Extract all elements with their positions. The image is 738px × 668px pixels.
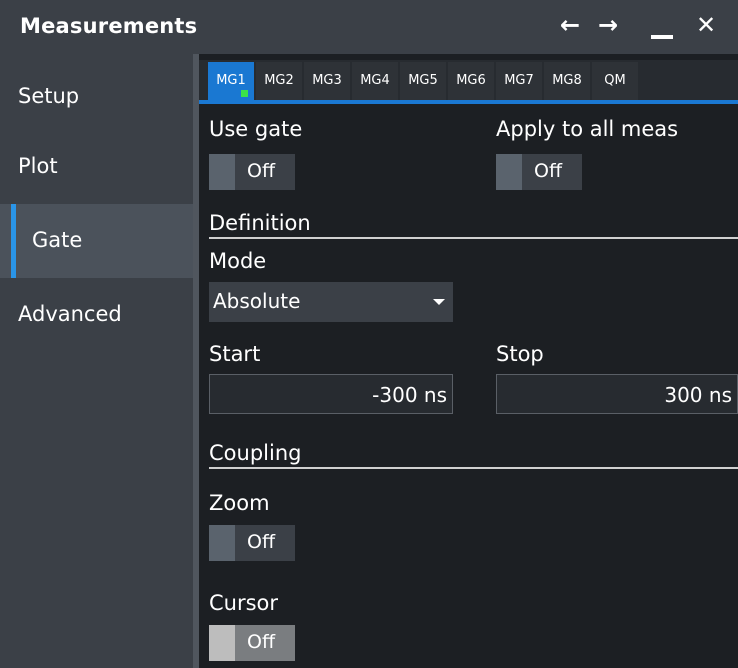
- tab-label: MG4: [360, 73, 390, 88]
- zoom-label: Zoom: [209, 491, 270, 515]
- start-value: -300 ns: [372, 383, 447, 407]
- toggle-state: Off: [247, 531, 276, 553]
- title-bar: Measurements ← → ✕: [0, 0, 738, 54]
- stop-value: 300 ns: [664, 383, 732, 407]
- window-title: Measurements: [20, 14, 198, 38]
- tab-mg4[interactable]: MG4: [352, 62, 398, 100]
- toggle-state: Off: [247, 631, 276, 653]
- stop-field[interactable]: 300 ns: [496, 374, 738, 414]
- chevron-down-icon: [433, 299, 445, 305]
- mode-label: Mode: [209, 249, 267, 273]
- active-dot-icon: [241, 90, 248, 97]
- use-gate-label: Use gate: [209, 117, 303, 141]
- sidebar-item-label: Gate: [32, 228, 83, 252]
- tab-label: MG6: [456, 73, 486, 88]
- minimize-icon[interactable]: [651, 35, 673, 39]
- sidebar-item-label: Setup: [18, 84, 80, 108]
- definition-heading: Definition: [209, 211, 311, 235]
- arrow-left-icon[interactable]: ←: [560, 10, 580, 40]
- tab-mg6[interactable]: MG6: [448, 62, 494, 100]
- sidebar: Setup Plot Gate Advanced: [0, 54, 193, 668]
- tab-label: MG5: [408, 73, 438, 88]
- active-indicator-bar: [11, 204, 16, 278]
- zoom-toggle[interactable]: Off: [209, 525, 295, 561]
- sidebar-item-label: Plot: [18, 154, 58, 178]
- sidebar-item-advanced[interactable]: Advanced: [0, 278, 193, 352]
- start-label: Start: [209, 342, 261, 366]
- start-field[interactable]: -300 ns: [209, 374, 453, 414]
- tab-label: MG1: [216, 73, 246, 88]
- toggle-knob: [209, 154, 235, 190]
- cursor-toggle[interactable]: Off: [209, 625, 295, 661]
- cursor-label: Cursor: [209, 591, 279, 615]
- coupling-divider: [209, 467, 738, 469]
- tab-mg3[interactable]: MG3: [304, 62, 350, 100]
- toggle-state: Off: [247, 160, 276, 182]
- tab-underline: [199, 100, 738, 104]
- sidebar-item-gate[interactable]: Gate: [0, 204, 193, 278]
- mode-select[interactable]: Absolute: [209, 282, 453, 322]
- tab-mg1[interactable]: MG1: [208, 62, 254, 100]
- toggle-state: Off: [534, 160, 563, 182]
- use-gate-toggle[interactable]: Off: [209, 154, 295, 190]
- tab-label: MG8: [552, 73, 582, 88]
- arrow-right-icon[interactable]: →: [598, 10, 618, 40]
- tab-mg5[interactable]: MG5: [400, 62, 446, 100]
- sidebar-item-label: Advanced: [18, 302, 122, 326]
- sidebar-item-plot[interactable]: Plot: [0, 130, 193, 204]
- coupling-heading: Coupling: [209, 441, 302, 465]
- tab-label: QM: [604, 73, 626, 88]
- close-icon[interactable]: ✕: [696, 10, 716, 40]
- apply-all-toggle[interactable]: Off: [496, 154, 582, 190]
- toggle-knob: [496, 154, 522, 190]
- toggle-knob: [209, 625, 235, 661]
- toggle-knob: [209, 525, 235, 561]
- tab-label: MG7: [504, 73, 534, 88]
- apply-all-label: Apply to all meas: [496, 117, 679, 141]
- sidebar-item-setup[interactable]: Setup: [0, 60, 193, 134]
- tab-mg7[interactable]: MG7: [496, 62, 542, 100]
- definition-divider: [209, 237, 738, 239]
- tab-mg8[interactable]: MG8: [544, 62, 590, 100]
- tab-label: MG3: [312, 73, 342, 88]
- tab-label: MG2: [264, 73, 294, 88]
- stop-label: Stop: [496, 342, 544, 366]
- content-panel: [199, 54, 738, 668]
- tab-qm[interactable]: QM: [592, 62, 638, 100]
- tab-mg2[interactable]: MG2: [256, 62, 302, 100]
- mode-value: Absolute: [213, 289, 301, 313]
